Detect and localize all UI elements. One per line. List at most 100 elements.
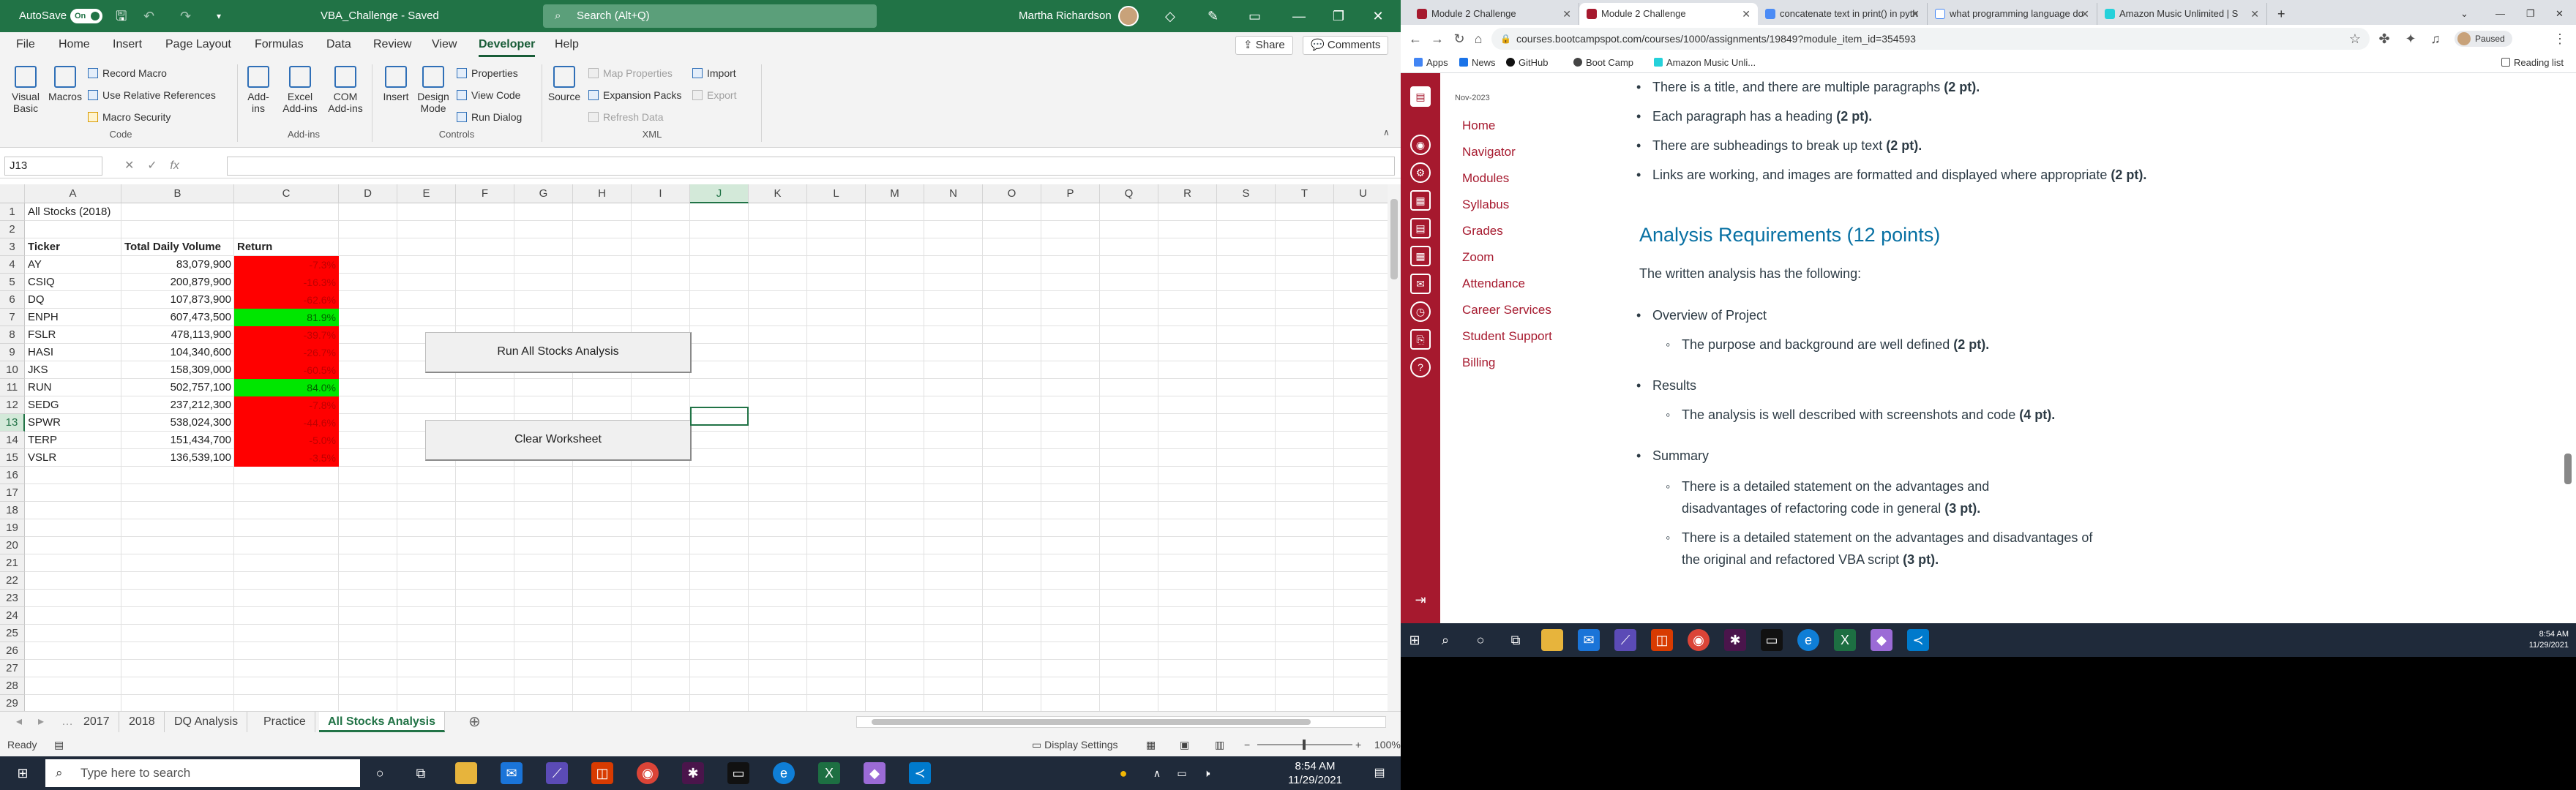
avatar[interactable] — [1118, 0, 1139, 32]
tab-developer[interactable]: Developer — [479, 32, 536, 57]
column-header-d[interactable]: D — [339, 184, 397, 203]
row-header[interactable]: 21 — [0, 554, 25, 572]
zoom-level[interactable]: 100% — [1374, 733, 1401, 756]
office-icon[interactable]: ◫ — [591, 762, 613, 784]
display-settings-button[interactable]: ▭ Display Settings — [1032, 733, 1118, 756]
column-header-g[interactable]: G — [514, 184, 573, 203]
address-bar[interactable]: 🔒 courses.bootcampspot.com/courses/1000/… — [1491, 28, 2370, 50]
volume-cell[interactable]: 151,434,700 — [121, 432, 234, 449]
chrome-icon[interactable]: ◉ — [637, 762, 659, 784]
taskbar-clock[interactable]: 8:54 AM 11/29/2021 — [1288, 759, 1342, 787]
record-macro-button[interactable]: Record Macro — [88, 66, 167, 80]
next-sheet-icon[interactable]: ▸ — [29, 712, 53, 732]
prev-sheet-icon[interactable]: ◂ — [7, 712, 31, 732]
column-header-k[interactable]: K — [749, 184, 807, 203]
row-header[interactable]: 25 — [0, 625, 25, 642]
normal-view-icon[interactable]: ▦ — [1146, 733, 1156, 756]
row-header[interactable]: 2 — [0, 221, 25, 238]
dashboard-icon[interactable]: ▦ — [1410, 190, 1431, 211]
return-cell[interactable]: -16.3% — [234, 274, 339, 291]
row-header[interactable]: 3 — [0, 238, 25, 256]
row-header[interactable]: 5 — [0, 274, 25, 291]
home-icon[interactable]: ⌂ — [1468, 29, 1489, 49]
ticker-cell[interactable]: ENPH — [25, 309, 61, 326]
slack-icon[interactable]: ✱ — [682, 762, 704, 784]
row-header[interactable]: 12 — [0, 396, 25, 414]
volume-cell[interactable]: 200,879,900 — [121, 274, 234, 291]
row-header[interactable]: 6 — [0, 291, 25, 309]
autosave-toggle[interactable]: On — [70, 0, 102, 32]
search-box[interactable]: ⌕ Search (Alt+Q) — [543, 4, 877, 28]
vscode-icon[interactable]: ≺ — [909, 762, 931, 784]
visual-studio-icon[interactable]: ⟋ — [1614, 629, 1636, 651]
ticker-cell[interactable]: CSIQ — [25, 274, 58, 291]
visual-basic-button[interactable]: Visual Basic — [7, 66, 44, 114]
ticker-cell[interactable]: SEDG — [25, 396, 62, 414]
university-logo[interactable]: ▤ — [1410, 86, 1431, 107]
export-button[interactable]: Export — [692, 88, 736, 102]
bookmark-amazon-music[interactable]: Amazon Music Unli... — [1654, 53, 1756, 73]
comments-button[interactable]: 💬 Comments — [1303, 36, 1389, 55]
tab-close-icon[interactable]: ✕ — [2081, 3, 2089, 25]
tab-page-layout[interactable]: Page Layout — [165, 32, 231, 57]
course-nav-home[interactable]: Home — [1462, 118, 1495, 133]
clear-worksheet-button[interactable]: Clear Worksheet — [425, 420, 692, 461]
close-icon[interactable]: ✕ — [1361, 0, 1395, 32]
ticker-cell[interactable]: HASI — [25, 344, 56, 361]
course-nav-grades[interactable]: Grades — [1462, 224, 1503, 238]
bookmark-star-icon[interactable]: ☆ — [2345, 29, 2365, 49]
volume-header[interactable]: Total Daily Volume — [121, 238, 224, 256]
visual-studio-icon[interactable]: ⟋ — [546, 762, 568, 784]
column-header-n[interactable]: N — [924, 184, 983, 203]
sheet-tab-all-stocks-analysis[interactable]: All Stocks Analysis — [319, 712, 446, 732]
tab-close-icon[interactable]: ✕ — [1911, 3, 1920, 25]
volume-cell[interactable]: 83,079,900 — [121, 256, 234, 274]
return-cell[interactable]: -62.6% — [234, 291, 339, 309]
course-nav-student-support[interactable]: Student Support — [1462, 329, 1552, 344]
volume-cell[interactable]: 502,757,100 — [121, 379, 234, 396]
ticker-header[interactable]: Ticker — [25, 238, 63, 256]
column-header-e[interactable]: E — [397, 184, 456, 203]
help-icon[interactable]: ? — [1410, 357, 1431, 377]
terminal-icon[interactable]: ▭ — [1761, 629, 1783, 651]
file-explorer-icon[interactable] — [1541, 629, 1563, 651]
windows-start-icon[interactable]: ⊞ — [1404, 629, 1426, 651]
commons-icon[interactable]: ⎘ — [1410, 329, 1431, 350]
inbox-icon[interactable]: ✉ — [1410, 274, 1431, 294]
ticker-cell[interactable]: TERP — [25, 432, 60, 449]
profile-paused-button[interactable]: Paused — [2455, 31, 2512, 47]
sheet-tab-2018[interactable]: 2018 — [120, 712, 165, 732]
kebab-menu-icon[interactable]: ⋮ — [2550, 29, 2570, 49]
reading-list[interactable]: Reading list — [2501, 53, 2564, 73]
git-icon[interactable]: ◆ — [864, 762, 886, 784]
horizontal-scrollbar[interactable] — [856, 716, 1386, 728]
row-header[interactable]: 18 — [0, 502, 25, 519]
minimize-icon[interactable]: — — [2487, 3, 2516, 25]
browser-tab[interactable]: what programming language do ✕ — [1928, 3, 2097, 25]
new-tab-icon[interactable]: + — [2272, 3, 2294, 25]
course-nav-navigator[interactable]: Navigator — [1462, 145, 1516, 159]
row-header[interactable]: 23 — [0, 590, 25, 607]
return-cell[interactable]: -26.7% — [234, 344, 339, 361]
volume-icon[interactable]: 🕨 — [1196, 762, 1218, 784]
row-header[interactable]: 24 — [0, 607, 25, 625]
volume-cell[interactable]: 607,473,500 — [121, 309, 234, 326]
ticker-cell[interactable]: JKS — [25, 361, 51, 379]
return-cell[interactable]: 84.0% — [234, 379, 339, 396]
chrome-icon[interactable]: ◉ — [1688, 629, 1710, 651]
weather-icon[interactable]: ● — [1112, 762, 1134, 784]
close-icon[interactable]: ✕ — [2547, 3, 2576, 25]
row-header[interactable]: 26 — [0, 642, 25, 660]
restore-icon[interactable]: ❐ — [2517, 3, 2547, 25]
row-header[interactable]: 15 — [0, 449, 25, 467]
sheet-title-cell[interactable]: All Stocks (2018) — [25, 203, 113, 221]
insert-control-button[interactable]: Insert — [376, 66, 416, 102]
diamond-icon[interactable]: ◇ — [1165, 0, 1175, 32]
extensions-puzzle-icon[interactable]: ✦ — [2400, 29, 2421, 49]
return-cell[interactable]: -7.8% — [234, 396, 339, 414]
zoom-in-icon[interactable]: + — [1355, 733, 1361, 756]
column-header-o[interactable]: O — [983, 184, 1041, 203]
tab-close-icon[interactable]: ✕ — [1562, 3, 1571, 25]
mail-icon[interactable]: ✉ — [1578, 629, 1600, 651]
xml-source-button[interactable]: Source — [546, 66, 583, 102]
